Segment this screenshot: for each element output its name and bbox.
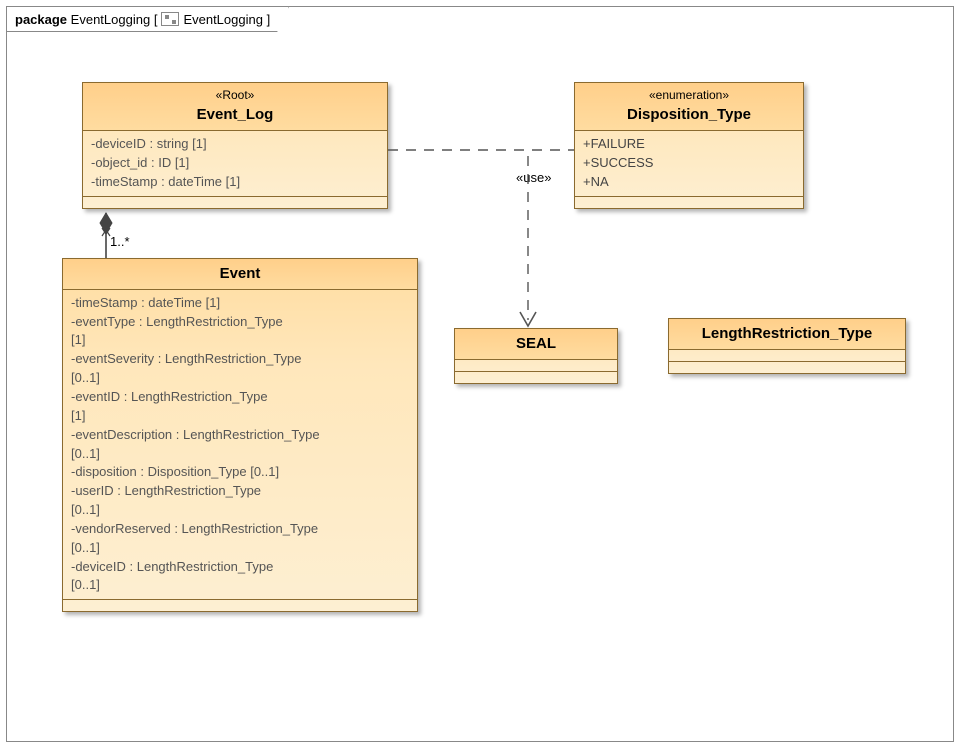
attribute: -deviceID : LengthRestriction_Type [71,558,409,577]
operations-compartment [83,196,387,208]
attributes-compartment [455,359,617,371]
class-event: Event -timeStamp : dateTime [1] -eventTy… [62,258,418,612]
class-name: Event [69,263,411,285]
attribute: -deviceID : string [1] [91,135,379,154]
attribute: [1] [71,331,409,350]
class-header: «Root» Event_Log [83,83,387,130]
package-name: EventLogging [71,12,151,27]
attribute: -timeStamp : dateTime [1] [71,294,409,313]
attribute: -eventID : LengthRestriction_Type [71,388,409,407]
attribute: [0..1] [71,576,409,595]
class-header: Event [63,259,417,289]
attribute: [0..1] [71,501,409,520]
attribute: [0..1] [71,369,409,388]
package-bracket-open: [ [154,12,158,27]
class-header: LengthRestriction_Type [669,319,905,349]
attribute: [0..1] [71,539,409,558]
stereotype-label: «enumeration» [581,87,797,104]
class-event-log: «Root» Event_Log -deviceID : string [1] … [82,82,388,209]
attribute: [1] [71,407,409,426]
class-header: SEAL [455,329,617,359]
package-bracket-close: ] [267,12,271,27]
attribute: -vendorReserved : LengthRestriction_Type [71,520,409,539]
attribute: -timeStamp : dateTime [1] [91,173,379,192]
package-inner-name: EventLogging [183,12,263,27]
attribute: -eventDescription : LengthRestriction_Ty… [71,426,409,445]
class-seal: SEAL [454,328,618,384]
operations-compartment [455,371,617,383]
attributes-compartment: -timeStamp : dateTime [1] -eventType : L… [63,289,417,600]
use-stereotype-label: «use» [516,170,551,185]
operations-compartment [575,196,803,208]
class-name: Event_Log [89,104,381,126]
attributes-compartment: -deviceID : string [1] -object_id : ID [… [83,130,387,196]
stereotype-label: «Root» [89,87,381,104]
attribute: -userID : LengthRestriction_Type [71,482,409,501]
class-length-restriction-type: LengthRestriction_Type [668,318,906,374]
enum-literal: +NA [583,173,795,192]
literals-compartment: +FAILURE +SUCCESS +NA [575,130,803,196]
package-icon [161,12,179,26]
attribute: -eventSeverity : LengthRestriction_Type [71,350,409,369]
package-keyword: package [15,12,67,27]
class-name: Disposition_Type [581,104,797,126]
enum-literal: +SUCCESS [583,154,795,173]
attribute: -disposition : Disposition_Type [0..1] [71,463,409,482]
attributes-compartment [669,349,905,361]
operations-compartment [63,599,417,611]
operations-compartment [669,361,905,373]
class-disposition-type: «enumeration» Disposition_Type +FAILURE … [574,82,804,209]
enum-literal: +FAILURE [583,135,795,154]
attribute: -object_id : ID [1] [91,154,379,173]
multiplicity-label: 1..* [110,234,130,249]
class-header: «enumeration» Disposition_Type [575,83,803,130]
package-tab: package EventLogging [ EventLogging ] [6,6,289,32]
attribute: [0..1] [71,445,409,464]
attribute: -eventType : LengthRestriction_Type [71,313,409,332]
class-name: SEAL [461,333,611,355]
class-name: LengthRestriction_Type [675,323,899,345]
